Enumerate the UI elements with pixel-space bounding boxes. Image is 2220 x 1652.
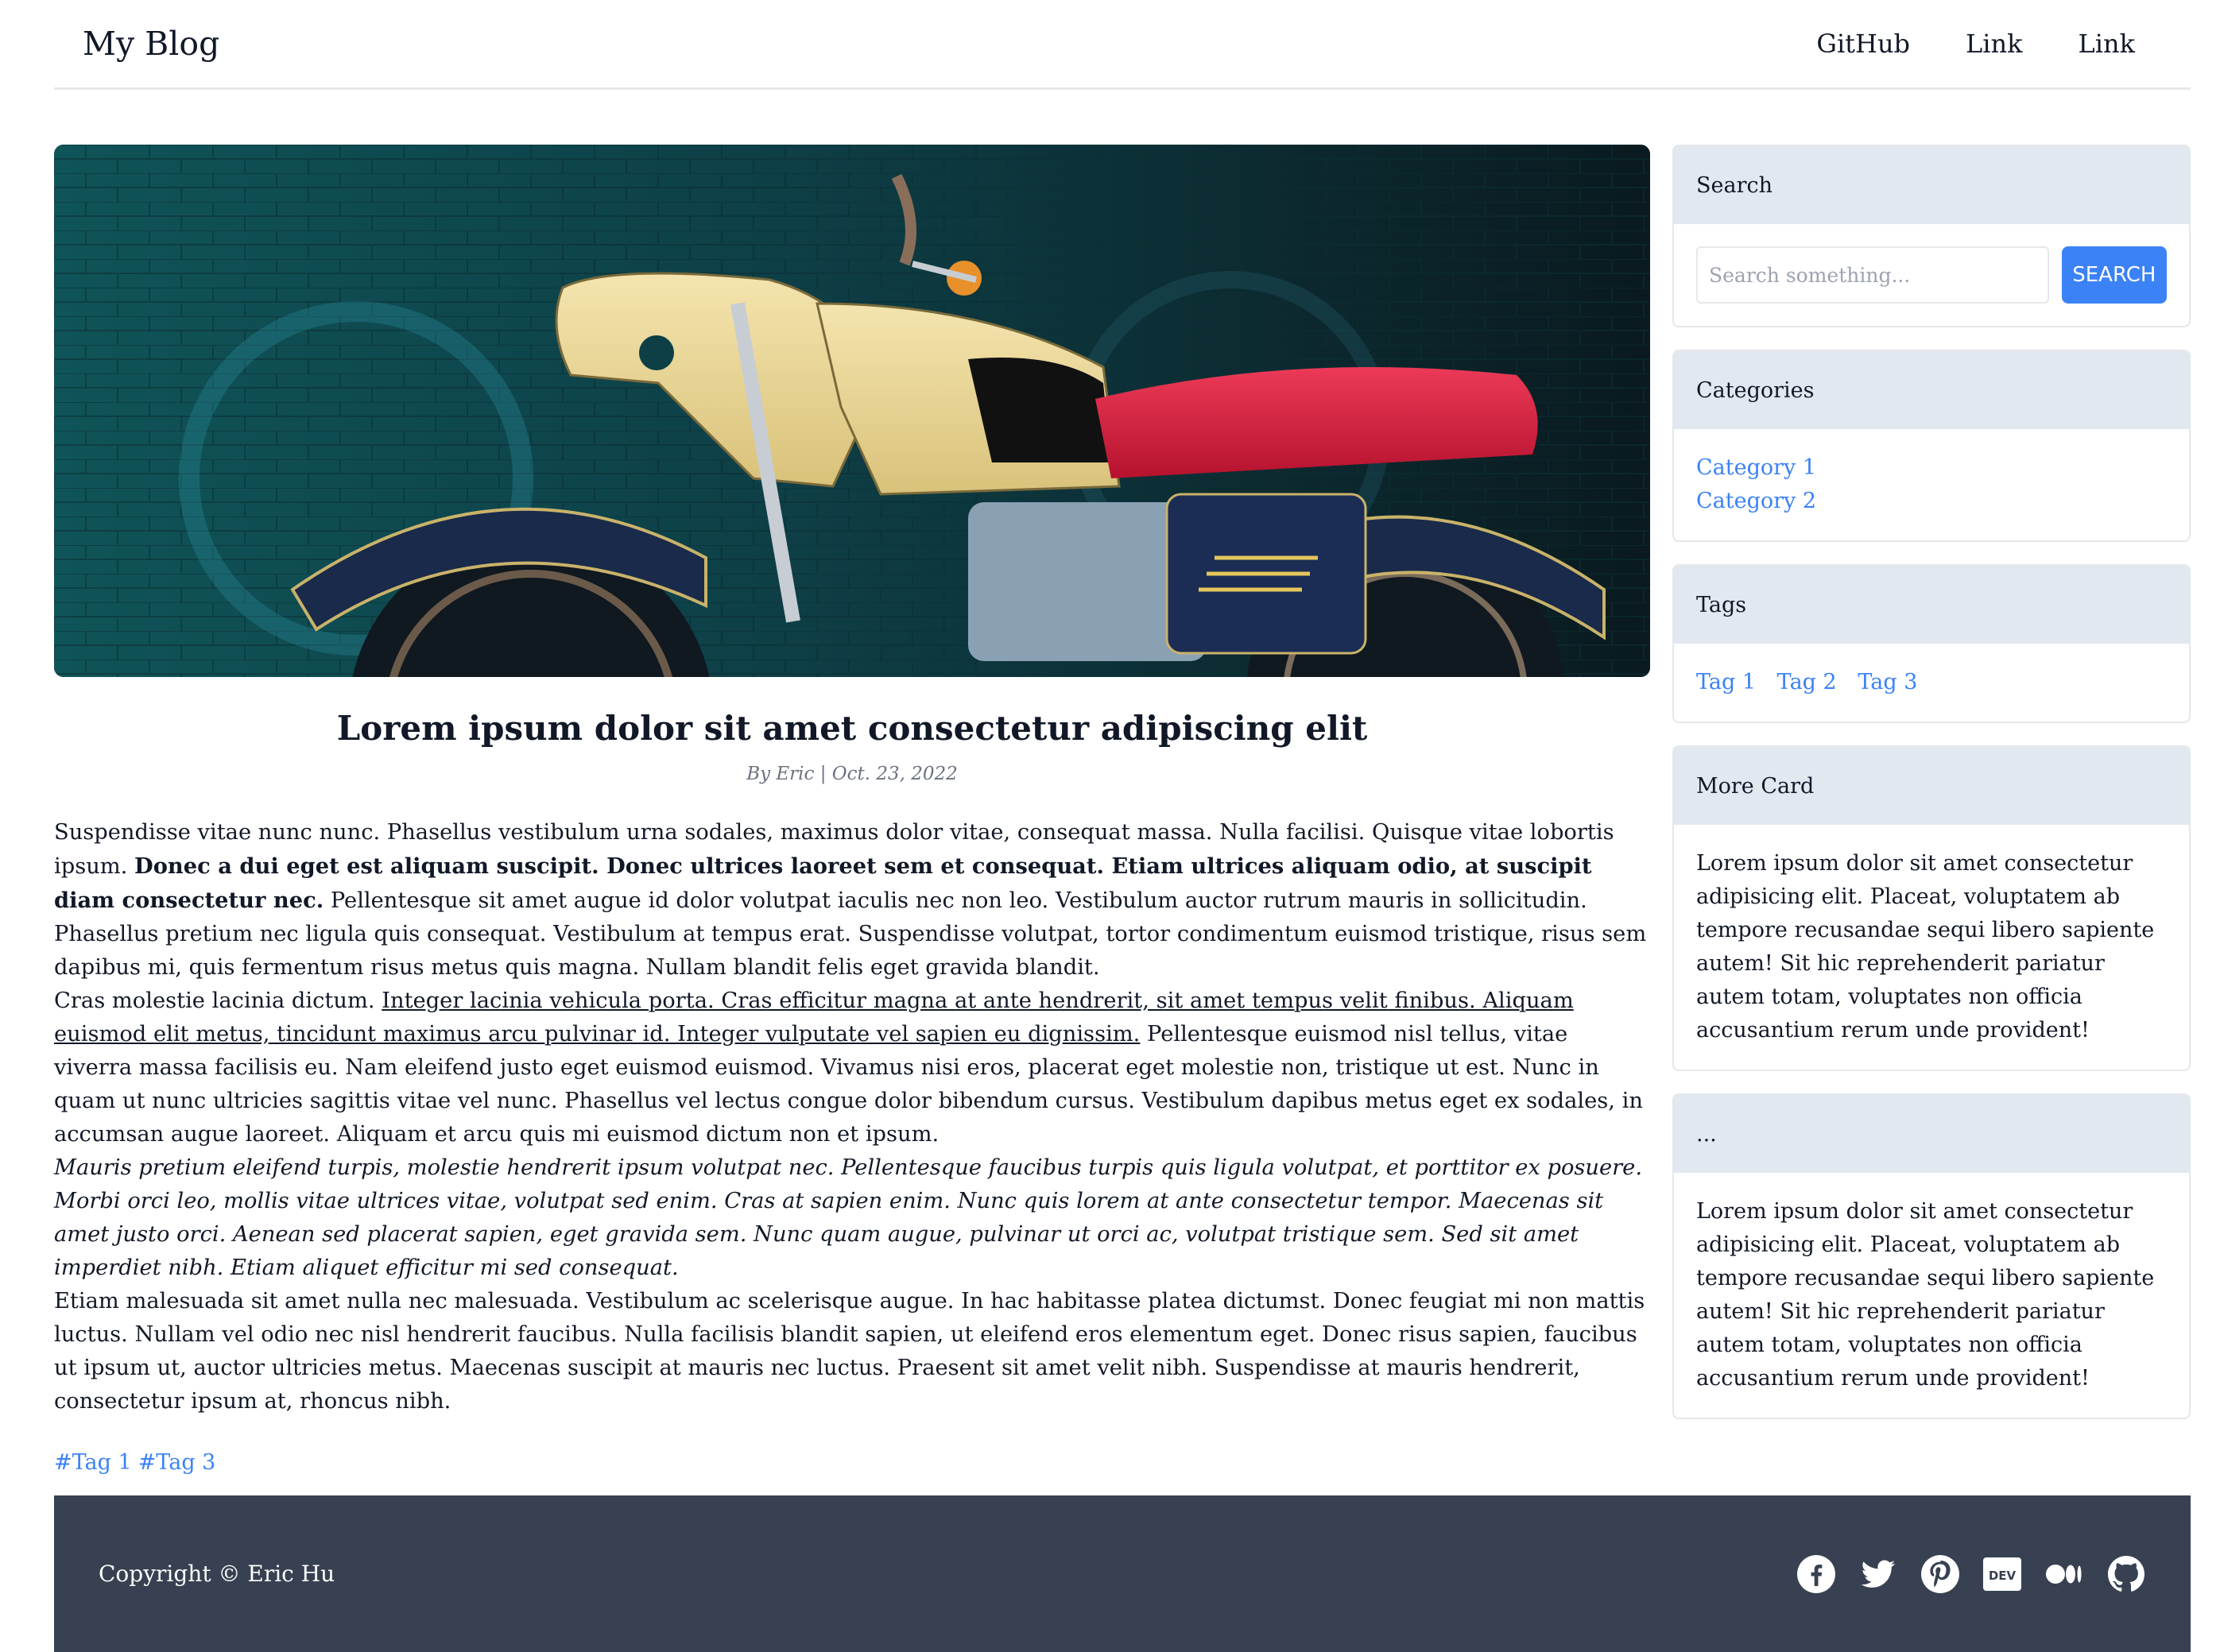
extra-card-body: Lorem ipsum dolor sit amet consectetur a… <box>1696 1199 2155 1391</box>
category-link-1[interactable]: Category 1 <box>1696 451 2167 485</box>
more-card-body: Lorem ipsum dolor sit amet consectetur a… <box>1696 851 2155 1043</box>
sidebar: Search SEARCH Categories Category 1 Cate… <box>1672 145 2191 1441</box>
post-title: Lorem ipsum dolor sit amet consectetur a… <box>336 709 1368 748</box>
categories-card-header: Categories <box>1674 351 2189 429</box>
dev-icon-label: DEV <box>1989 1569 2017 1583</box>
paragraph-1: Suspendisse vitae nunc nunc. Phasellus v… <box>54 816 1650 985</box>
article: Lorem ipsum dolor sit amet consectetur a… <box>54 145 1650 1475</box>
search-card-header: Search <box>1674 146 2189 224</box>
social-links: DEV <box>1796 1554 2146 1594</box>
post-tag-link[interactable]: #Tag 3 <box>138 1450 216 1475</box>
nav-links: GitHub Link Link <box>1816 29 2135 59</box>
footer: Copyright © Eric Hu DEV <box>54 1495 2191 1652</box>
search-input[interactable] <box>1696 246 2049 304</box>
post-meta: By Eric | Oct. 23, 2022 <box>746 764 958 784</box>
medium-icon[interactable] <box>2044 1554 2084 1594</box>
search-card: Search SEARCH <box>1672 145 2191 327</box>
twitter-icon[interactable] <box>1858 1554 1898 1594</box>
nav-link-github[interactable]: GitHub <box>1816 29 1910 59</box>
paragraph-2-text-a: Cras molestie lacinia dictum. <box>54 988 382 1013</box>
search-button[interactable]: SEARCH <box>2061 246 2167 304</box>
tags-card: Tags Tag 1 Tag 2 Tag 3 <box>1672 564 2191 723</box>
github-icon[interactable] <box>2106 1554 2146 1594</box>
search-row: SEARCH <box>1696 246 2167 304</box>
search-card-body: SEARCH <box>1674 224 2189 326</box>
pinterest-icon[interactable] <box>1920 1554 1960 1594</box>
tag-link-1[interactable]: Tag 1 <box>1696 670 1756 694</box>
post-body: Suspendisse vitae nunc nunc. Phasellus v… <box>54 816 1650 1418</box>
paragraph-4: Etiam malesuada sit amet nulla nec males… <box>54 1289 1645 1414</box>
nav-link-1[interactable]: Link <box>1966 29 2022 59</box>
tag-link-3[interactable]: Tag 3 <box>1858 670 1917 694</box>
hero-image-motorcycle <box>54 145 1650 677</box>
extra-card: ... Lorem ipsum dolor sit amet consectet… <box>1672 1093 2191 1419</box>
paragraph-3-italic: Mauris pretium eleifend turpis, molestie… <box>54 1155 1643 1280</box>
more-card: More Card Lorem ipsum dolor sit amet con… <box>1672 745 2191 1071</box>
facebook-icon[interactable] <box>1796 1554 1836 1594</box>
tags-card-header: Tags <box>1674 566 2189 644</box>
top-nav: My Blog GitHub Link Link <box>54 0 2191 90</box>
tags-card-body: Tag 1 Tag 2 Tag 3 <box>1674 644 2189 722</box>
nav-link-2[interactable]: Link <box>2079 29 2135 59</box>
copyright-text: Copyright © Eric Hu <box>99 1561 335 1587</box>
extra-card-header: ... <box>1674 1095 2189 1173</box>
brand-link[interactable]: My Blog <box>83 25 219 63</box>
paragraph-3: Mauris pretium eleifend turpis, molestie… <box>54 1151 1650 1285</box>
category-link-2[interactable]: Category 2 <box>1696 485 2167 518</box>
categories-card: Categories Category 1 Category 2 <box>1672 350 2191 542</box>
dev-icon[interactable]: DEV <box>1982 1554 2022 1594</box>
paragraph-2: Cras molestie lacinia dictum. Integer la… <box>54 985 1650 1151</box>
post-tag-link[interactable]: #Tag 1 <box>54 1450 132 1475</box>
categories-card-body: Category 1 Category 2 <box>1674 429 2189 540</box>
more-card-header: More Card <box>1674 747 2189 825</box>
tag-link-2[interactable]: Tag 2 <box>1777 670 1837 694</box>
post-tags: #Tag 1 #Tag 3 <box>54 1450 1650 1475</box>
page: My Blog GitHub Link Link Lorem ipsum dol… <box>0 0 2220 1652</box>
